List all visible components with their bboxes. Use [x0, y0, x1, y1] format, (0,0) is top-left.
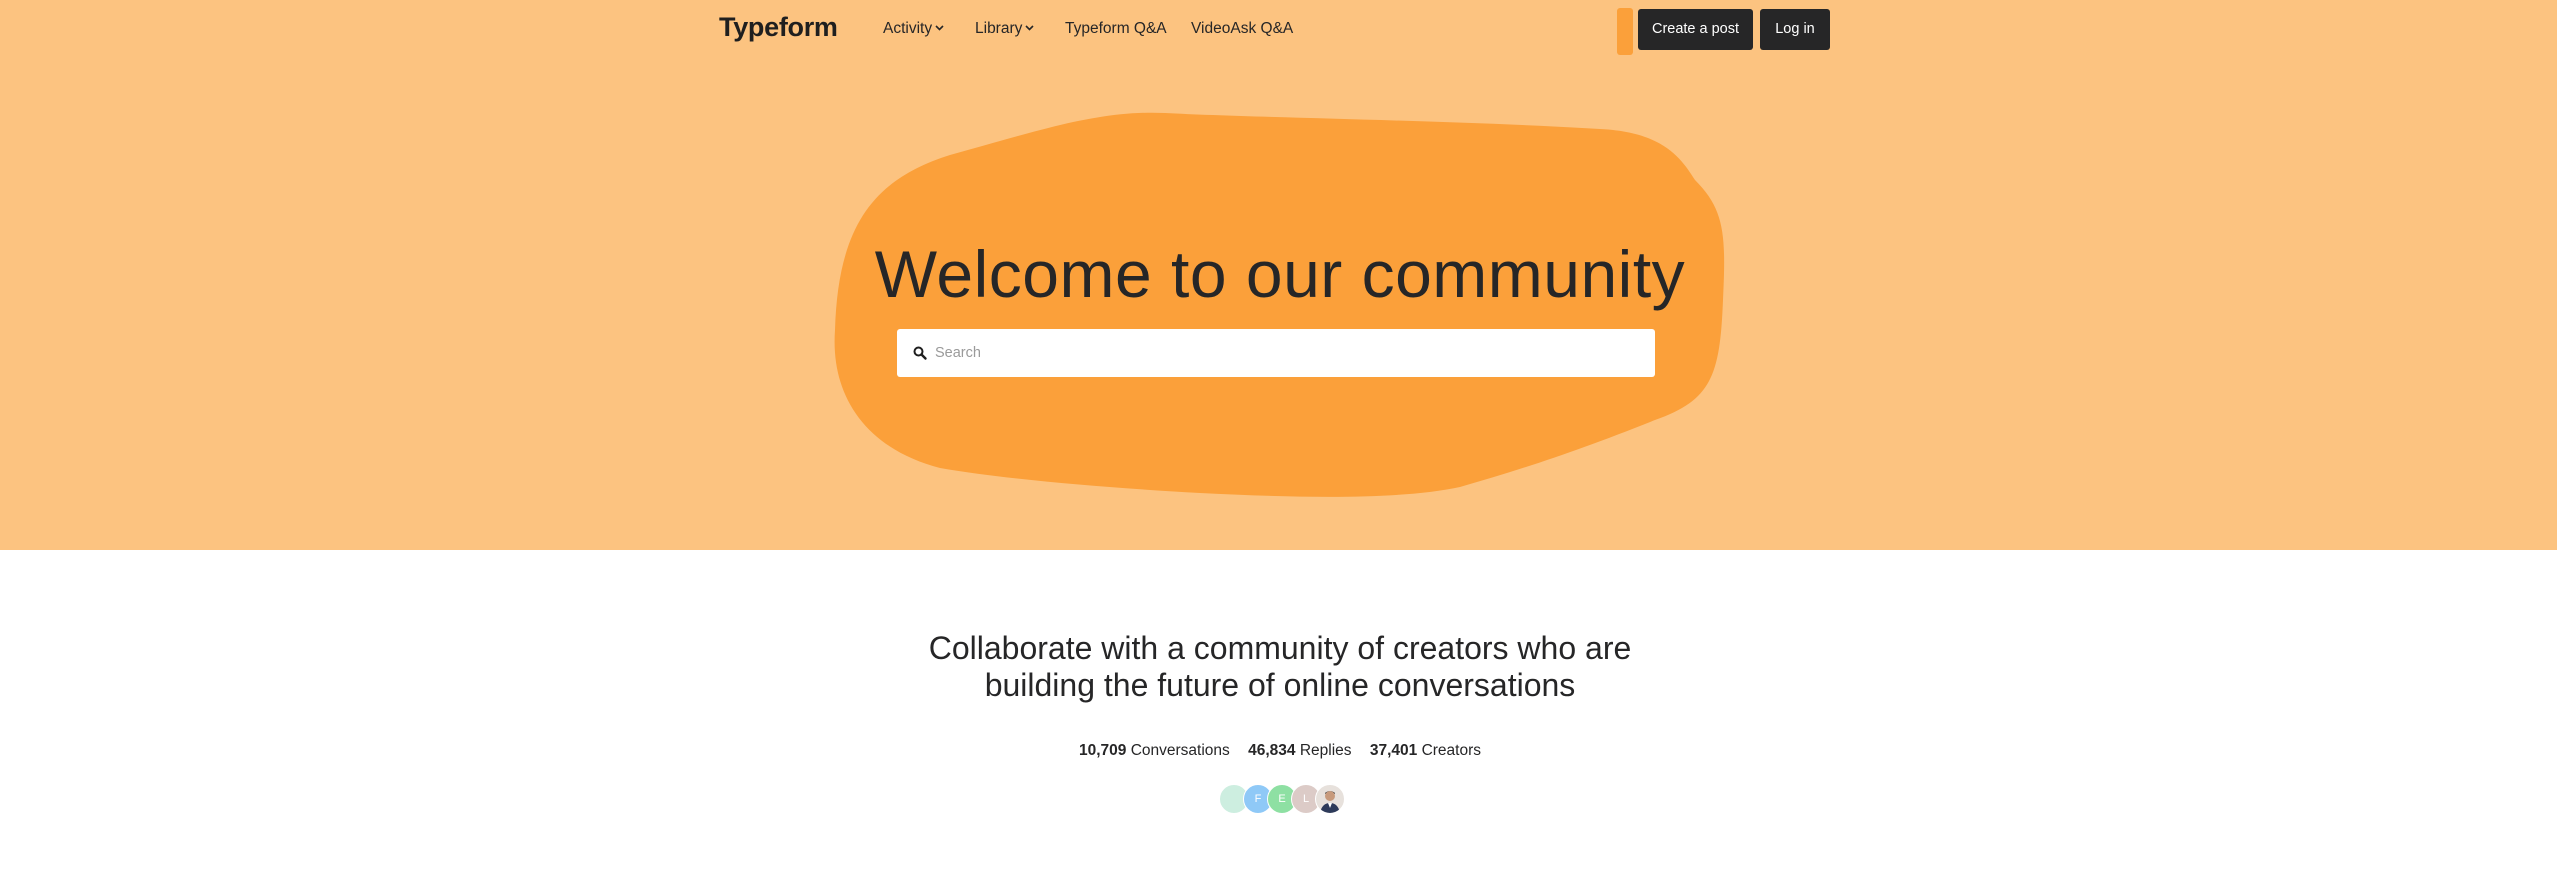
- user-photo-icon: [1320, 791, 1340, 813]
- stat-replies: 46,834 Replies: [1248, 742, 1351, 760]
- search-bar[interactable]: [897, 329, 1655, 377]
- stat-label: Replies: [1299, 742, 1352, 759]
- hero-section: Typeform Activity Library Typeform Q&A V…: [0, 0, 2557, 550]
- chevron-down-icon: [935, 25, 944, 31]
- member-avatars: F E L: [1219, 784, 1359, 814]
- stat-value: 37,401: [1369, 742, 1418, 759]
- nav-item-typeform-qa[interactable]: Typeform Q&A: [1065, 20, 1167, 38]
- nav-item-label: Typeform Q&A: [1065, 20, 1167, 37]
- nav-item-label: Library: [975, 20, 1023, 37]
- hero-title: Welcome to our community: [874, 237, 1686, 311]
- search-icon: [913, 346, 927, 360]
- nav-item-library[interactable]: Library: [975, 20, 1034, 38]
- create-post-button[interactable]: Create a post: [1638, 9, 1753, 50]
- nav-item-activity[interactable]: Activity: [883, 20, 944, 38]
- typeform-logo[interactable]: Typeform: [719, 12, 838, 43]
- chevron-down-icon: [1025, 25, 1034, 31]
- top-navigation: Typeform Activity Library Typeform Q&A V…: [0, 0, 2557, 58]
- stat-label: Creators: [1421, 742, 1482, 759]
- login-button[interactable]: Log in: [1760, 9, 1830, 50]
- search-input[interactable]: [935, 329, 1635, 377]
- community-tagline: Collaborate with a community of creators…: [780, 630, 1780, 704]
- stat-label: Conversations: [1130, 742, 1230, 759]
- stat-value: 10,709: [1078, 742, 1127, 759]
- nav-item-videoask-qa[interactable]: VideoAsk Q&A: [1191, 20, 1293, 38]
- tagline-line-1: Collaborate with a community of creators…: [928, 630, 1632, 666]
- tagline-line-2: building the future of online conversati…: [984, 667, 1576, 703]
- stat-value: 46,834: [1248, 742, 1296, 759]
- stat-creators: 37,401 Creators: [1370, 742, 1481, 760]
- stat-conversations: 10,709 Conversations: [1079, 742, 1230, 760]
- community-stats: 10,709 Conversations 46,834 Replies 37,4…: [780, 742, 1780, 760]
- nav-item-label: Activity: [883, 20, 933, 37]
- avatar-photo[interactable]: [1315, 784, 1345, 814]
- nav-item-label: VideoAsk Q&A: [1191, 20, 1294, 37]
- accent-tab: [1617, 8, 1633, 55]
